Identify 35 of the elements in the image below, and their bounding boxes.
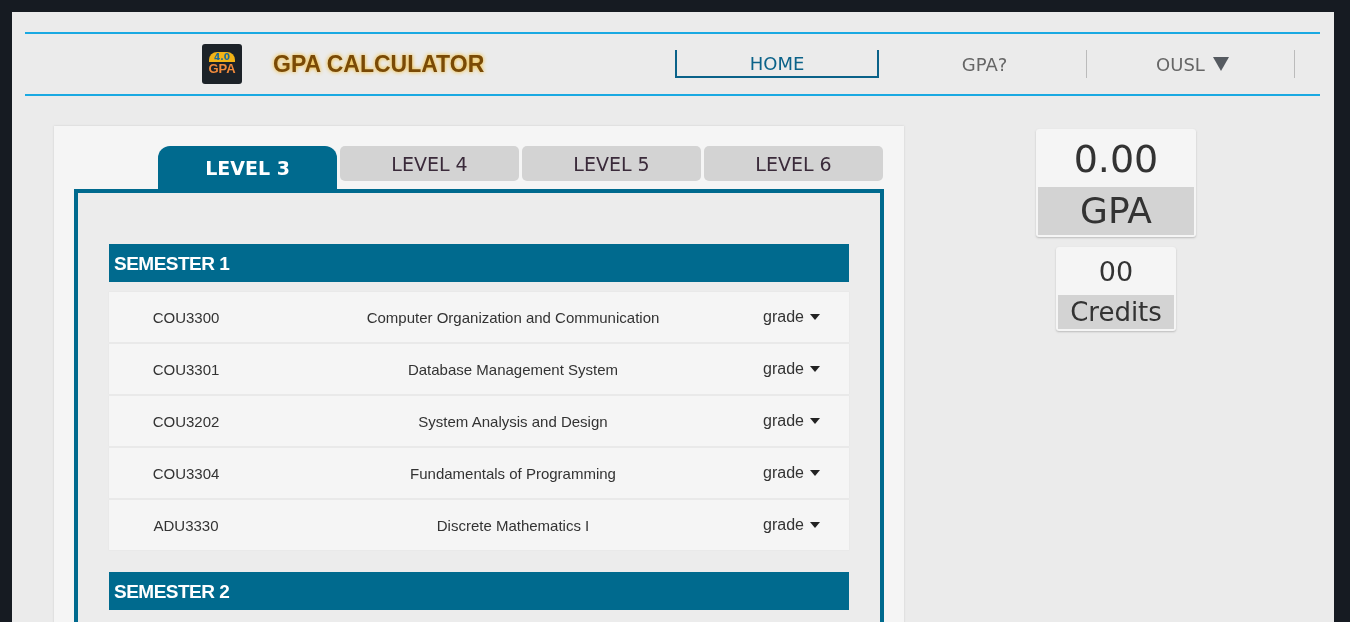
caret-icon — [809, 470, 820, 476]
course-code: COU3202 — [151, 412, 221, 430]
course-name: Database Management System — [406, 360, 620, 378]
stat-label: Credits — [1058, 295, 1174, 329]
course-name: Fundamentals of Programming — [409, 464, 617, 482]
course-code: COU3300 — [151, 308, 221, 326]
course-code: COU3301 — [151, 360, 221, 378]
grade-dropdown[interactable]: grade — [763, 360, 849, 378]
grade-dropdown[interactable]: grade — [763, 464, 849, 482]
nav-link[interactable]: OUSL — [1091, 50, 1295, 78]
course-name: Discrete Mathematics I — [435, 516, 591, 534]
level-tab[interactable]: LEVEL 6 — [704, 146, 883, 181]
course-code: ADU3330 — [152, 516, 220, 534]
course-name: System Analysis and Design — [417, 412, 609, 430]
caret-icon — [809, 418, 820, 424]
grade-dropdown[interactable]: grade — [763, 412, 849, 430]
course-code: COU3304 — [151, 464, 221, 482]
app-title: GPA CALCULATOR — [273, 50, 485, 78]
caret-icon — [809, 366, 820, 372]
stat-label: GPA — [1038, 187, 1194, 235]
nav-link[interactable]: HOME — [675, 50, 879, 78]
caret-icon — [809, 314, 820, 320]
level-tab[interactable]: LEVEL 5 — [522, 146, 701, 181]
level-tab[interactable]: LEVEL 3 — [158, 146, 337, 190]
stat-value: 0.00 — [1072, 136, 1160, 183]
logo-icon: 4.0 GPA — [202, 44, 242, 84]
nav-link[interactable]: GPA? — [883, 50, 1087, 78]
level-tab[interactable]: LEVEL 4 — [340, 146, 519, 181]
course-name: Computer Organization and Communication — [365, 308, 661, 326]
grade-dropdown[interactable]: grade — [763, 516, 849, 534]
caret-icon — [809, 522, 820, 528]
stat-value: 00 — [1097, 255, 1135, 289]
grade-dropdown[interactable]: grade — [763, 308, 849, 326]
semester-header: SEMESTER 1 — [109, 244, 849, 282]
semester-header: SEMESTER 2 — [109, 572, 849, 610]
